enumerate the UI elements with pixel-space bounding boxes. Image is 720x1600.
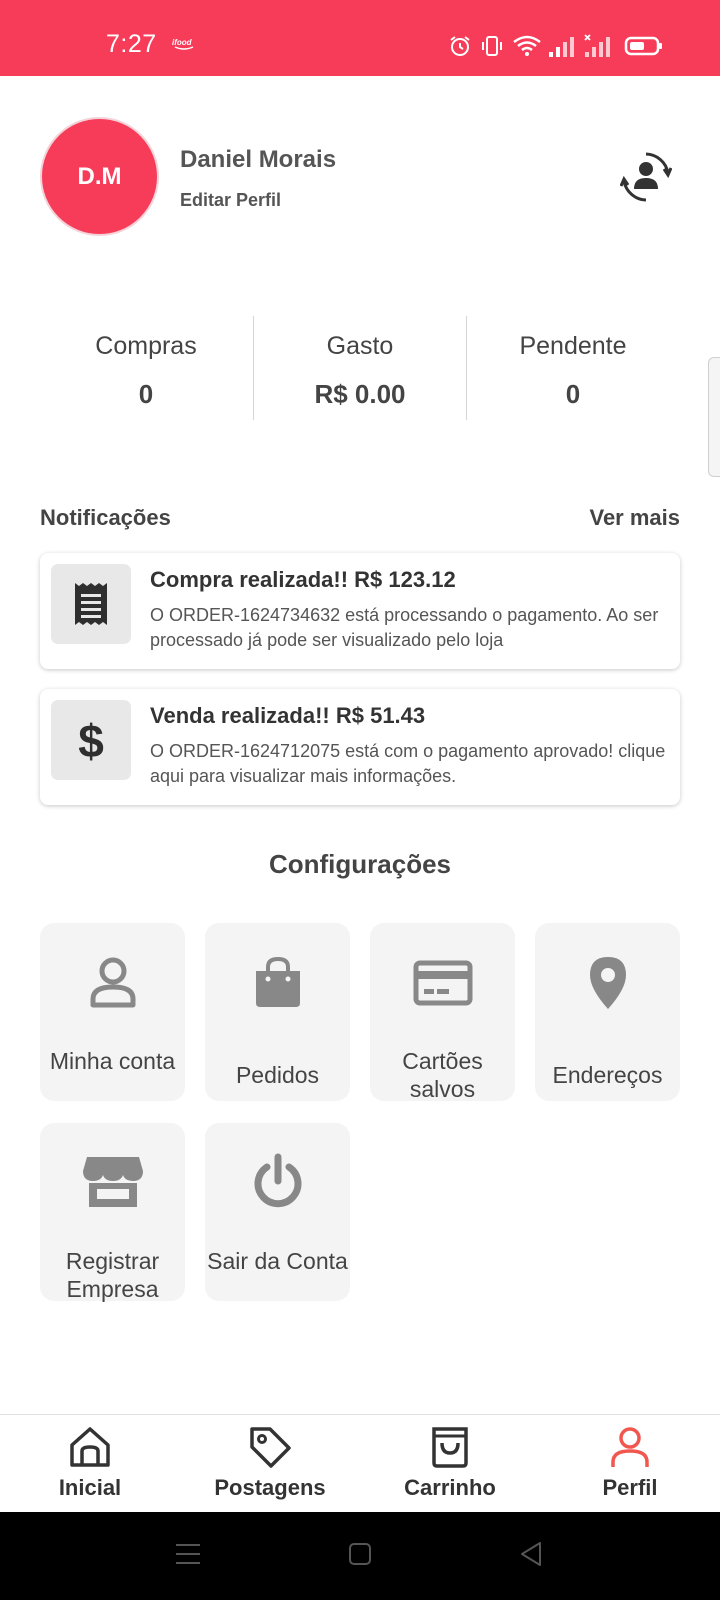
dollar-icon: $ (51, 700, 131, 780)
system-nav-bar (0, 1512, 720, 1600)
tile-label: Pedidos (235, 1062, 320, 1088)
nav-label: Perfil (602, 1475, 658, 1500)
stat-spent: Gasto R$ 0.00 (254, 316, 466, 420)
battery-icon (624, 36, 662, 56)
notifications-title: Notificações (40, 505, 171, 530)
see-more-link[interactable]: Ver mais (589, 505, 680, 531)
tile-label: Registrar Empresa (65, 1248, 160, 1302)
user-icon (90, 957, 135, 1008)
settings-my-account[interactable]: Minha conta (40, 923, 185, 1101)
notification-message: O ORDER-1624712075 está com o pagamento … (150, 741, 666, 786)
settings-title: Configurações (268, 849, 452, 879)
tile-label: Minha conta (49, 1048, 176, 1074)
tile-label: Endereços (552, 1062, 663, 1088)
settings-sign-out[interactable]: Sair da Conta (205, 1123, 350, 1301)
person-icon (611, 1427, 649, 1467)
wifi-icon (513, 35, 541, 56)
nav-home[interactable]: Inicial (0, 1415, 180, 1513)
status-time: 7:27 (106, 30, 157, 58)
nav-label: Inicial (58, 1475, 122, 1500)
notification-message: O ORDER-1624734632 está processando o pa… (150, 605, 659, 650)
ifood-notification-icon: ifood (172, 38, 194, 50)
notification-title: Compra realizada!! R$ 123.12 (150, 567, 456, 592)
svg-text:ifood: ifood (172, 38, 193, 47)
credit-card-icon (413, 960, 472, 1006)
notification-card[interactable]: Compra realizada!! R$ 123.12 O ORDER-162… (40, 553, 680, 669)
shopping-bag-icon (255, 956, 300, 1007)
stat-value: R$ 0.00 (314, 379, 406, 409)
receipt-icon (51, 564, 131, 644)
tile-label: Sair da Conta (207, 1248, 348, 1274)
power-icon (254, 1153, 301, 1208)
switch-account-icon[interactable] (620, 151, 672, 203)
bottom-nav: Inicial Postagens Carrinho Perfil (0, 1414, 720, 1512)
stat-label: Compras (95, 332, 197, 360)
signal-icon (549, 37, 574, 57)
stat-purchases: Compras 0 (40, 316, 252, 420)
status-bar: 7:27 ifood (0, 0, 720, 76)
location-pin-icon (589, 957, 626, 1009)
home-icon (70, 1427, 110, 1467)
nav-cart[interactable]: Carrinho (360, 1415, 540, 1513)
settings-saved-cards[interactable]: Cartões salvos (370, 923, 515, 1102)
settings-orders[interactable]: Pedidos (205, 923, 350, 1101)
home-button-icon[interactable] (346, 1540, 374, 1568)
nav-posts[interactable]: Postagens (180, 1415, 360, 1513)
back-icon[interactable] (518, 1540, 546, 1568)
stat-value: 0 (138, 379, 154, 409)
stat-value: 0 (565, 379, 581, 409)
user-name: Daniel Morais (180, 146, 337, 173)
menu-icon[interactable] (174, 1540, 202, 1568)
alarm-icon (450, 36, 470, 56)
nav-profile[interactable]: Perfil (540, 1415, 720, 1513)
svg-text:$: $ (78, 715, 104, 765)
vibrate-icon (482, 36, 502, 56)
nav-label: Carrinho (404, 1475, 496, 1500)
edit-profile-link[interactable]: Editar Perfil (180, 190, 281, 211)
signal-2-icon (584, 34, 610, 57)
notification-card[interactable]: $ Venda realizada!! R$ 51.43 O ORDER-162… (40, 689, 680, 805)
scroll-handle[interactable] (708, 357, 720, 477)
nav-label: Postagens (214, 1475, 326, 1500)
tile-label: Cartões salvos (402, 1048, 483, 1102)
store-icon (82, 1157, 143, 1207)
notification-title: Venda realizada!! R$ 51.43 (150, 703, 426, 728)
settings-register-company[interactable]: Registrar Empresa (40, 1123, 185, 1302)
tag-icon (250, 1427, 291, 1468)
cart-bag-icon (432, 1427, 468, 1468)
settings-addresses[interactable]: Endereços (535, 923, 680, 1101)
stat-pending: Pendente 0 (467, 316, 679, 420)
stat-label: Gasto (326, 332, 394, 360)
stat-label: Pendente (519, 332, 627, 360)
avatar[interactable]: D.M (40, 117, 159, 236)
